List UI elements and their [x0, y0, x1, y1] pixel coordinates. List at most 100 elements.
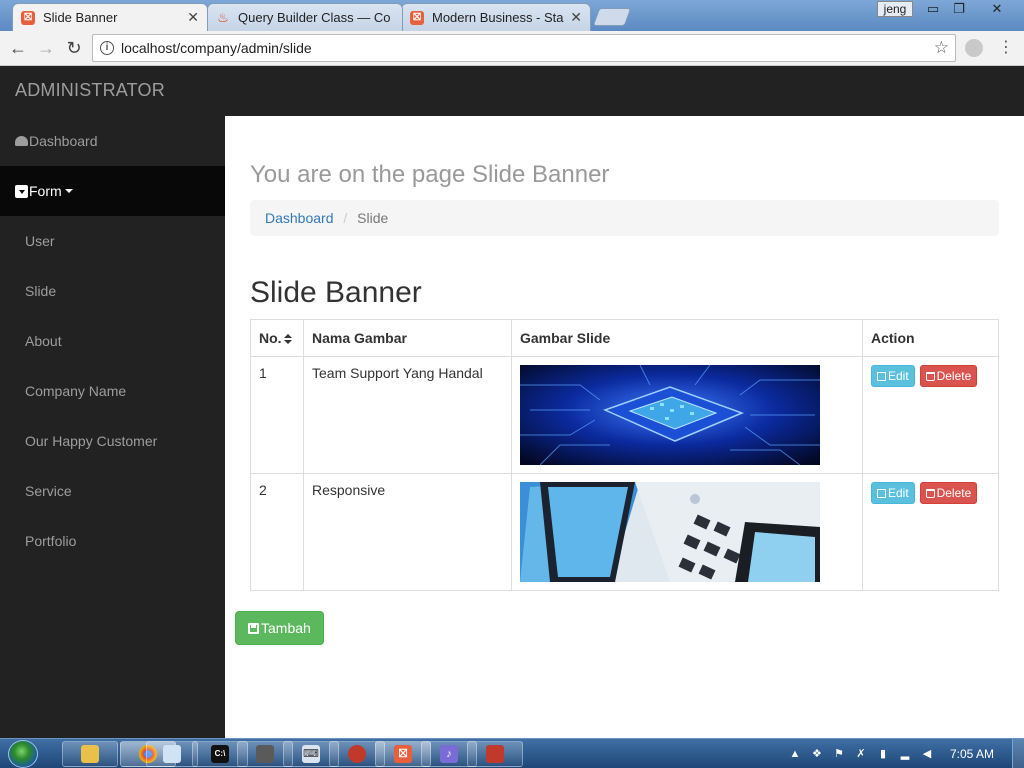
extension-globe-icon[interactable] [965, 39, 983, 57]
breadcrumb-separator: / [343, 210, 348, 226]
tab-title: Slide Banner [43, 10, 118, 25]
tab-title: Modern Business - Start [432, 10, 565, 25]
terminal-icon: C:\ [211, 745, 229, 763]
cell-image [511, 473, 863, 591]
sidebar-item-dashboard[interactable]: Dashboard [0, 116, 225, 166]
folder-icon [81, 745, 99, 763]
window-close-icon[interactable]: ✕ [984, 0, 1010, 18]
bookmark-star-icon[interactable]: ☆ [934, 38, 949, 58]
edit-icon [877, 371, 886, 381]
minimize-icon[interactable]: ▭ [920, 0, 946, 18]
add-button[interactable]: Tambah [235, 611, 324, 645]
delete-label: Delete [936, 369, 972, 383]
dropbox-icon[interactable]: ❖ [810, 747, 824, 761]
address-bar[interactable]: i ☆ [92, 34, 956, 62]
brand-title[interactable]: ADMINISTRATOR [15, 80, 165, 101]
column-header-name: Nama Gambar [303, 319, 512, 357]
info-icon[interactable]: i [100, 41, 114, 55]
new-tab-button[interactable] [592, 8, 632, 26]
show-desktop-button[interactable] [1012, 739, 1024, 768]
delete-button[interactable]: Delete [919, 365, 978, 387]
cell-no: 2 [250, 473, 304, 591]
tab-modern-business[interactable]: ⛝ Modern Business - Start ✕ [401, 3, 591, 31]
sidebar-item-form[interactable]: Form [0, 166, 225, 216]
save-icon [248, 622, 259, 634]
cell-name: Responsive [303, 473, 512, 591]
devices-image [520, 482, 820, 582]
codeigniter-icon: ⛝ [394, 745, 412, 763]
taskbar: C:\ ⌨ ⛝ ♪ ▲ ❖ ⚑ ✗ ▮ ▂ ◀ 7:05 AM [0, 738, 1024, 768]
column-header-label: No. [259, 330, 282, 346]
signal-icon[interactable]: ▂ [898, 747, 912, 761]
profile-chip[interactable]: jeng [877, 1, 913, 17]
browser-menu-icon[interactable]: ⋮ [996, 37, 1016, 59]
clock[interactable]: 7:05 AM [950, 747, 994, 761]
reload-icon[interactable]: ↻ [62, 36, 86, 60]
main-content: You are on the page Slide Banner Dashboa… [225, 116, 1024, 738]
cell-action: Edit Delete [862, 356, 999, 474]
page-header: You are on the page Slide Banner [250, 161, 610, 188]
taskbar-chart-app[interactable] [467, 741, 523, 767]
taskbar-explorer[interactable] [62, 741, 118, 767]
restore-icon[interactable]: ❐ [946, 0, 972, 18]
sidebar-item-happy-customer[interactable]: Our Happy Customer [0, 416, 225, 466]
sidebar-item-slide[interactable]: Slide [0, 266, 225, 316]
trash-icon [925, 488, 935, 498]
codeigniter-favicon-icon: ⛝ [21, 10, 35, 25]
breadcrumb-current: Slide [357, 210, 389, 226]
taskbar-notepad[interactable] [146, 741, 198, 767]
flame-favicon-icon: ♨ [217, 9, 229, 25]
sidebar-item-service[interactable]: Service [0, 466, 225, 516]
sidebar: Dashboard Form User Slide About Company … [0, 116, 225, 738]
sidebar-item-about[interactable]: About [0, 316, 225, 366]
table-row: 2 Responsive Edit Delete [250, 473, 999, 591]
forward-arrow-icon[interactable]: → [34, 36, 58, 60]
codeigniter-favicon-icon: ⛝ [410, 10, 424, 25]
tab-slide-banner[interactable]: ⛝ Slide Banner ✕ [12, 3, 208, 31]
delete-button[interactable]: Delete [919, 482, 978, 504]
slide-table: No. Nama Gambar Gambar Slide Action 1 Te… [250, 319, 999, 591]
sidebar-item-user[interactable]: User [0, 216, 225, 266]
url-input[interactable] [121, 40, 934, 56]
tab-title: Query Builder Class — Co [238, 10, 391, 25]
action-center-flag-icon[interactable]: ⚑ [832, 747, 846, 761]
edit-label: Edit [888, 486, 909, 500]
tab-close-icon[interactable]: ✕ [570, 9, 582, 26]
table-row: 1 Team Support Yang Handal Edit Delete [250, 356, 999, 474]
wifi-off-icon[interactable]: ✗ [854, 747, 868, 761]
trash-icon [925, 371, 935, 381]
breadcrumb-link-dashboard[interactable]: Dashboard [265, 210, 334, 226]
editor-icon [256, 745, 274, 763]
system-tray: ▲ ❖ ⚑ ✗ ▮ ▂ ◀ 7:05 AM [784, 739, 1024, 768]
battery-icon[interactable]: ▮ [876, 747, 890, 761]
tab-close-icon[interactable]: ✕ [187, 9, 199, 26]
sidebar-item-company-name[interactable]: Company Name [0, 366, 225, 416]
edit-button[interactable]: Edit [871, 482, 915, 504]
chart-app-icon [486, 745, 504, 763]
cell-name: Team Support Yang Handal [303, 356, 512, 474]
tab-query-builder[interactable]: ♨ Query Builder Class — Co [207, 3, 403, 31]
top-navbar: ADMINISTRATOR [0, 66, 1024, 116]
edit-button[interactable]: Edit [871, 365, 915, 387]
dashboard-icon [15, 136, 28, 146]
column-header-no[interactable]: No. [250, 319, 304, 357]
show-hidden-icons[interactable]: ▲ [788, 747, 802, 761]
notepad-icon [163, 745, 181, 763]
back-arrow-icon[interactable]: ← [6, 36, 30, 60]
sort-icon[interactable] [283, 334, 292, 345]
edit-label: Edit [888, 369, 909, 383]
sidebar-item-portfolio[interactable]: Portfolio [0, 516, 225, 566]
section-title: Slide Banner [250, 276, 422, 309]
volume-icon[interactable]: ◀ [920, 747, 934, 761]
breadcrumb: Dashboard / Slide [250, 200, 999, 236]
sidebar-item-label: Dashboard [29, 133, 98, 149]
start-button-icon[interactable] [8, 740, 38, 768]
circuit-chip-image [520, 365, 820, 465]
column-header-image: Gambar Slide [511, 319, 863, 357]
table-header-row: No. Nama Gambar Gambar Slide Action [250, 319, 999, 357]
cell-action: Edit Delete [862, 473, 999, 591]
sidebar-item-label: Form [29, 183, 62, 199]
app-icon [348, 745, 366, 763]
music-icon: ♪ [440, 745, 458, 763]
form-dropdown-icon [15, 184, 28, 198]
